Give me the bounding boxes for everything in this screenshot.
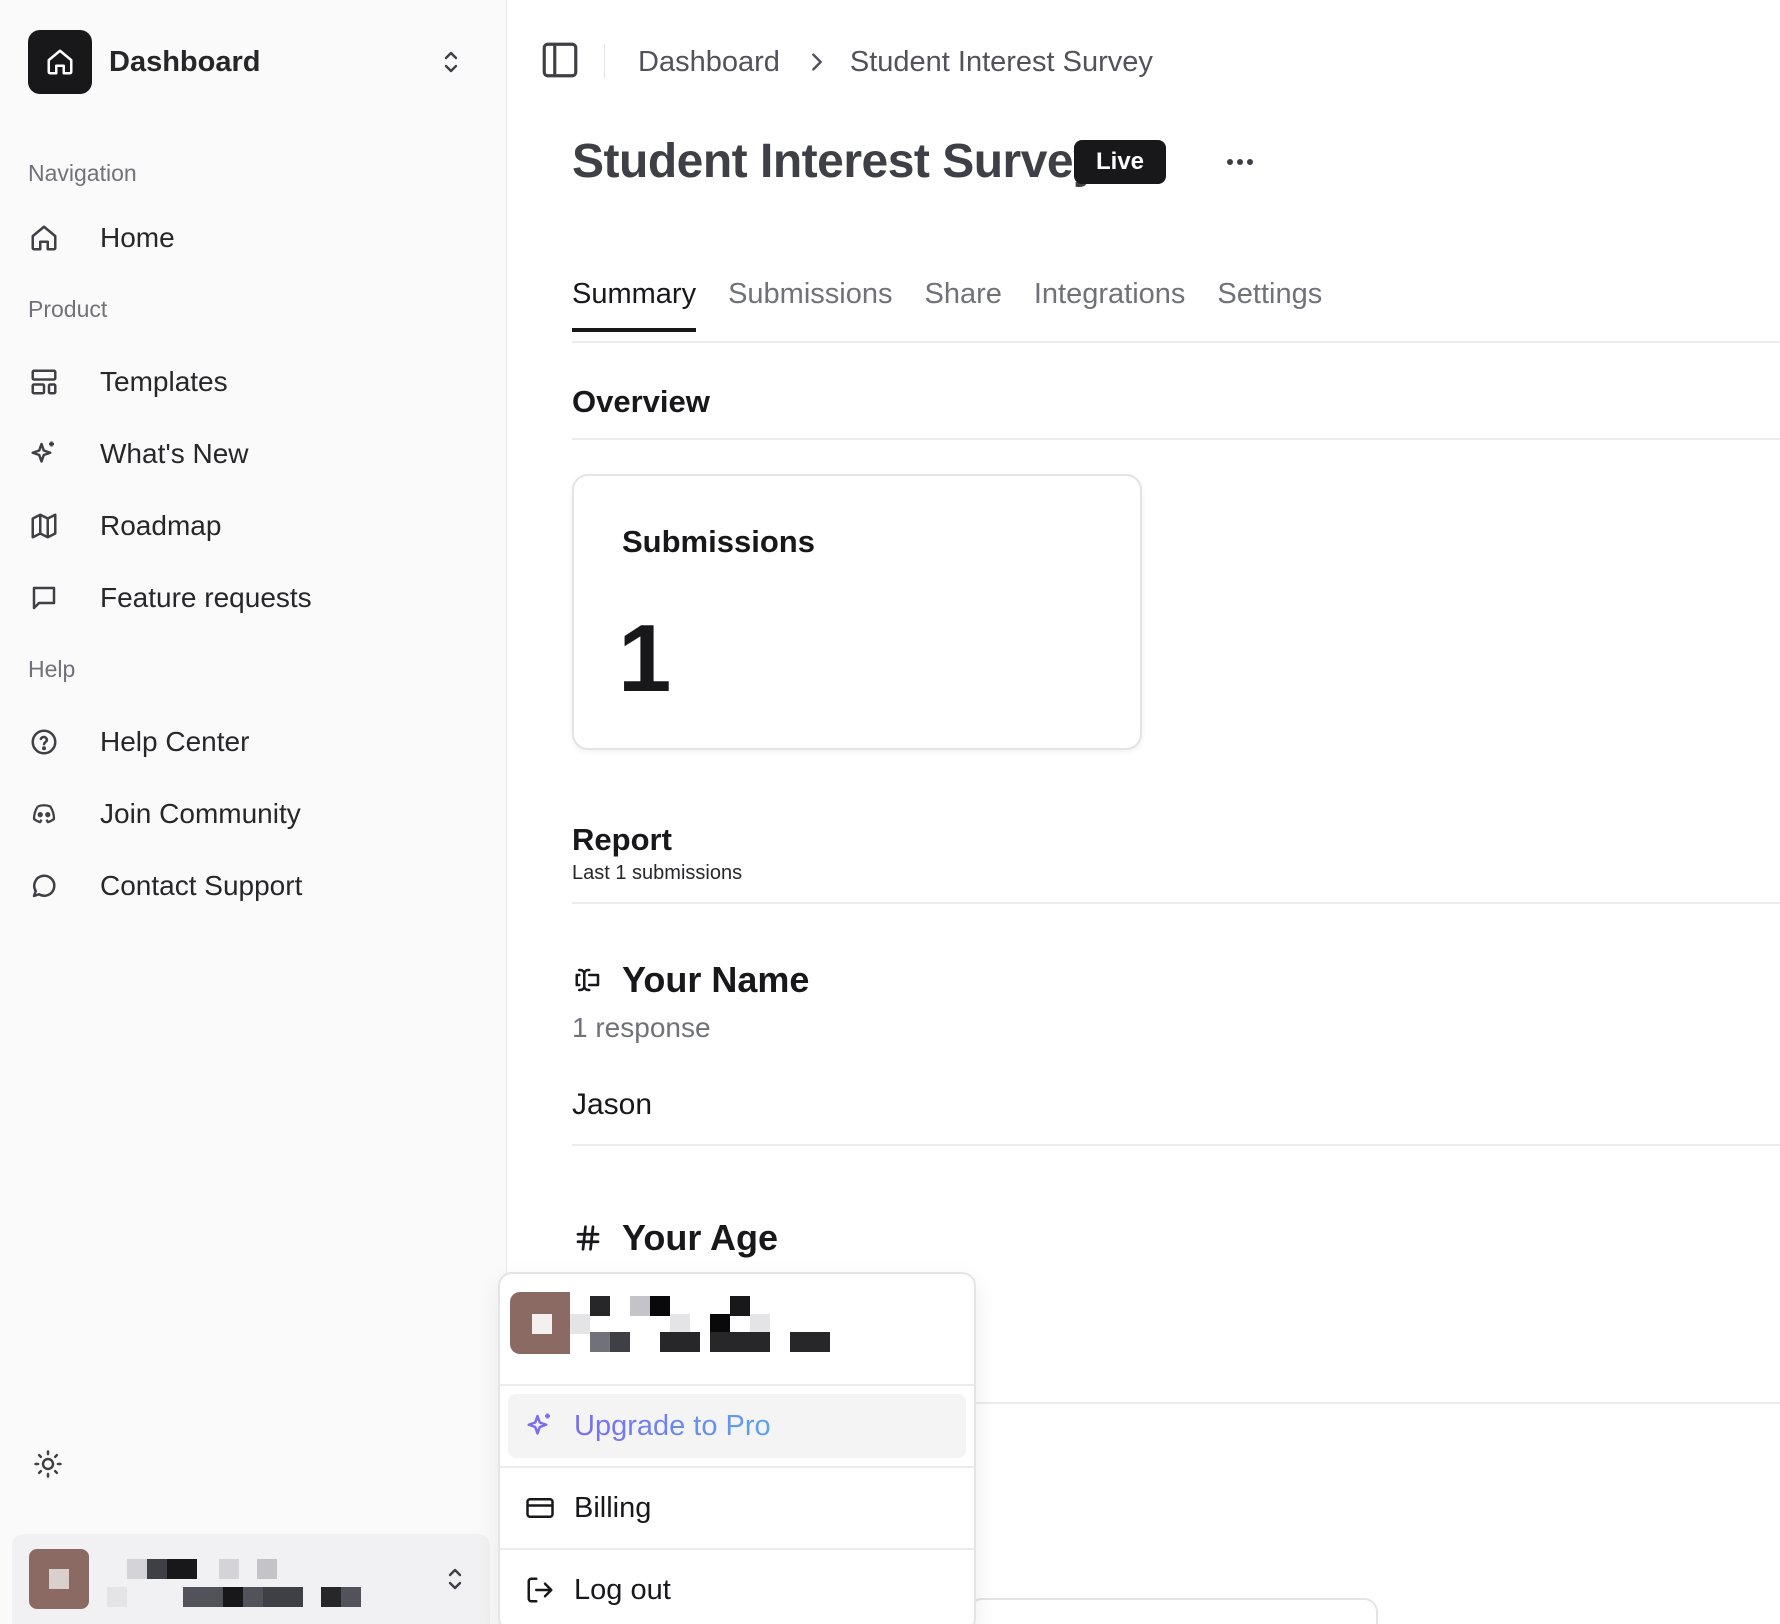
header-divider <box>604 44 605 78</box>
avatar <box>29 1549 89 1609</box>
sparkles-icon <box>524 1410 556 1442</box>
breadcrumb: Dashboard Student Interest Survey <box>638 44 1153 80</box>
overview-title: Overview <box>572 384 710 419</box>
sidebar-item-label: Home <box>100 222 175 253</box>
discord-icon <box>28 798 60 830</box>
upgrade-to-pro-item[interactable]: Upgrade to Pro <box>508 1394 966 1458</box>
breadcrumb-link-dashboard[interactable]: Dashboard <box>638 46 780 79</box>
chevron-right-icon <box>810 51 824 73</box>
report-subtitle: Last 1 submissions <box>572 862 743 884</box>
tab-submissions[interactable]: Submissions <box>728 270 892 332</box>
user-info-redacted <box>107 1549 440 1609</box>
breadcrumb-current: Student Interest Survey <box>849 45 1153 78</box>
sidebar-item-home[interactable]: Home <box>16 208 486 268</box>
sidebar-item-roadmap[interactable]: Roadmap <box>16 496 486 556</box>
home-icon <box>28 222 60 254</box>
text-cursor-input-icon <box>572 964 604 996</box>
page-title: Student Interest Survey <box>572 135 1100 188</box>
credit-card-icon <box>524 1492 556 1524</box>
menu-divider <box>500 1548 974 1550</box>
theme-toggle-button[interactable] <box>30 1448 66 1484</box>
section-label-navigation: Navigation <box>28 160 137 186</box>
ellipsis-icon <box>1225 153 1255 171</box>
billing-item[interactable]: Billing <box>508 1476 966 1540</box>
app-root: Dashboard Navigation Home Product Templa… <box>0 0 1780 1624</box>
stat-label: Submissions <box>622 524 815 559</box>
submissions-stat-card: Submissions 1 <box>572 474 1142 750</box>
hash-icon <box>572 1222 604 1254</box>
sparkles-icon <box>28 438 60 470</box>
panel-left-icon <box>539 39 581 86</box>
section-label-help: Help <box>28 656 76 682</box>
response-count: 1 response <box>572 1012 711 1043</box>
workspace-name: Dashboard <box>109 45 261 78</box>
workspace-home-icon <box>28 30 92 94</box>
menu-item-label: Billing <box>574 1491 652 1524</box>
question-header-your-age: Your Age <box>572 1216 778 1260</box>
sidebar-item-label: Roadmap <box>100 510 222 541</box>
sidebar-item-label: What's New <box>100 438 249 469</box>
toggle-sidebar-button[interactable] <box>538 40 582 84</box>
sidebar-item-label: Feature requests <box>100 582 312 613</box>
question-divider <box>572 1144 1780 1146</box>
tab-integrations[interactable]: Integrations <box>1034 270 1186 332</box>
sidebar: Dashboard Navigation Home Product Templa… <box>0 0 507 1624</box>
log-out-item[interactable]: Log out <box>508 1558 966 1622</box>
sidebar-item-contact-support[interactable]: Contact Support <box>16 856 486 916</box>
menu-divider <box>500 1466 974 1468</box>
tab-summary[interactable]: Summary <box>572 270 697 332</box>
layout-template-icon <box>28 366 60 398</box>
status-badge: Live <box>1074 140 1166 184</box>
question-title: Your Name <box>622 959 810 1000</box>
message-square-icon <box>28 582 60 614</box>
more-options-button[interactable] <box>1218 144 1262 180</box>
user-dropdown-menu: Upgrade to Pro Billing Log out <box>498 1272 976 1624</box>
sidebar-item-feature-requests[interactable]: Feature requests <box>16 568 486 628</box>
sidebar-item-join-community[interactable]: Join Community <box>16 784 486 844</box>
sidebar-item-whats-new[interactable]: What's New <box>16 424 486 484</box>
menu-item-label: Upgrade to Pro <box>574 1409 771 1442</box>
section-label-product: Product <box>28 296 108 322</box>
question-header-your-name: Your Name <box>572 958 809 1002</box>
workspace-switcher[interactable]: Dashboard <box>16 20 486 104</box>
report-divider <box>572 902 1780 904</box>
tab-settings[interactable]: Settings <box>1217 270 1322 332</box>
sun-icon <box>33 1449 63 1484</box>
sidebar-item-label: Help Center <box>100 726 250 757</box>
tab-share[interactable]: Share <box>924 270 1001 332</box>
response-chart-card <box>968 1598 1378 1624</box>
question-title: Your Age <box>622 1217 779 1258</box>
overview-divider <box>572 438 1780 440</box>
sidebar-item-label: Join Community <box>100 798 301 829</box>
help-circle-icon <box>28 726 60 758</box>
chevrons-up-down-icon <box>440 1564 470 1594</box>
menu-user-info-redacted <box>510 1292 870 1362</box>
sidebar-item-templates[interactable]: Templates <box>16 352 486 412</box>
menu-item-label: Log out <box>574 1573 671 1606</box>
sidebar-item-label: Templates <box>100 366 228 397</box>
user-account-button[interactable] <box>12 1534 490 1624</box>
map-icon <box>28 510 60 542</box>
stat-value: 1 <box>618 605 672 712</box>
sidebar-item-label: Contact Support <box>100 870 303 901</box>
sidebar-item-help-center[interactable]: Help Center <box>16 712 486 772</box>
menu-divider <box>500 1384 974 1386</box>
message-circle-icon <box>28 870 60 902</box>
chevrons-up-down-icon <box>436 47 466 77</box>
log-out-icon <box>524 1574 556 1606</box>
response-answer: Jason <box>572 1088 653 1121</box>
tab-bar: Summary Submissions Share Integrations S… <box>572 270 1354 332</box>
report-title: Report <box>572 822 672 857</box>
tabs-divider <box>572 341 1780 343</box>
